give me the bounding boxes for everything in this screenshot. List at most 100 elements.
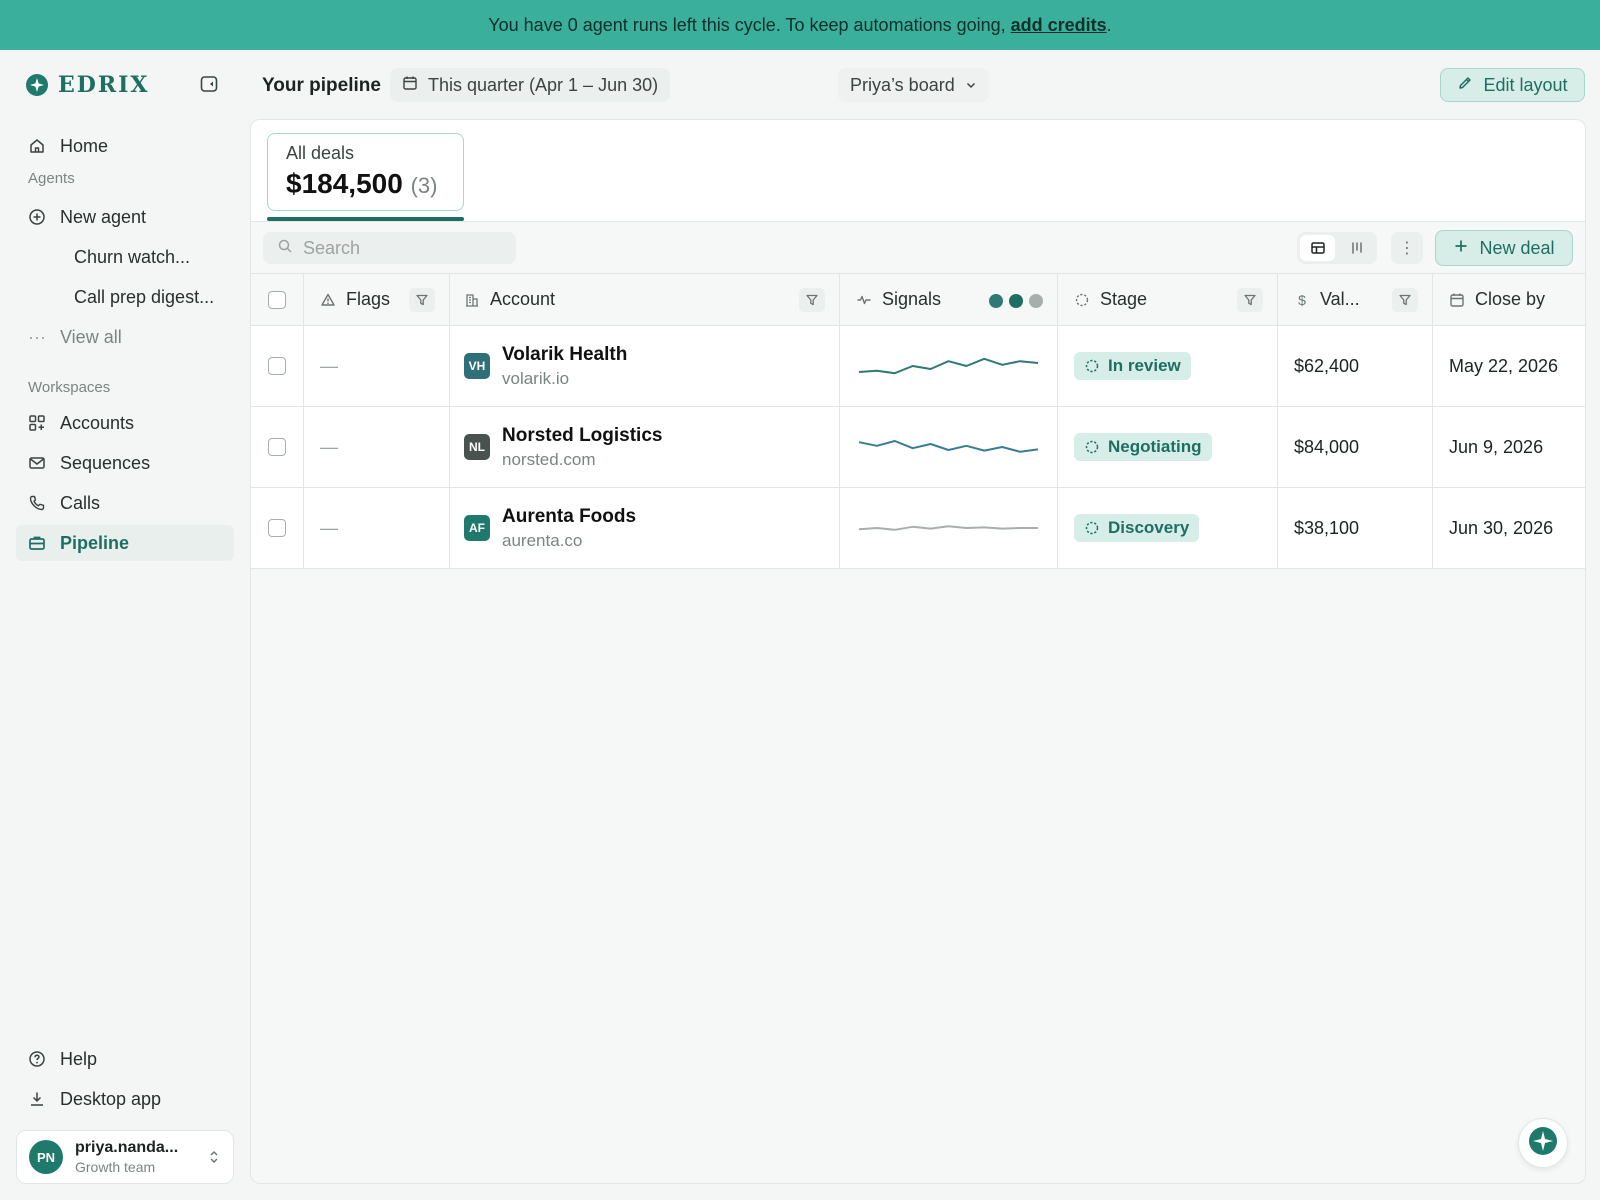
account-cell[interactable]: VH Volarik Health volarik.io bbox=[450, 326, 840, 406]
table-row[interactable]: — NL Norsted Logistics norsted.com Negot… bbox=[251, 407, 1585, 488]
signals-cell bbox=[840, 488, 1058, 568]
avatar: PN bbox=[29, 1140, 63, 1174]
sidebar-item-desktop-app[interactable]: Desktop app bbox=[16, 1081, 234, 1117]
flags-cell: — bbox=[304, 407, 450, 487]
row-checkbox-cell bbox=[251, 407, 304, 487]
agents-section-label: Agents bbox=[28, 170, 75, 187]
account-name[interactable]: Volarik Health bbox=[502, 344, 627, 366]
table-row[interactable]: — VH Volarik Health volarik.io In review… bbox=[251, 326, 1585, 407]
sidebar-item-pipeline[interactable]: Pipeline bbox=[16, 525, 234, 561]
select-all-checkbox[interactable] bbox=[268, 290, 286, 309]
table-view-icon[interactable] bbox=[1300, 235, 1335, 261]
account-cell[interactable]: AF Aurenta Foods aurenta.co bbox=[450, 488, 840, 568]
new-deal-label: New deal bbox=[1479, 237, 1555, 258]
stage-cell: In review bbox=[1058, 326, 1278, 406]
column-header-flags[interactable]: Flags bbox=[304, 274, 450, 325]
building-icon bbox=[464, 292, 480, 308]
filter-icon[interactable] bbox=[1237, 288, 1263, 312]
signal-dot bbox=[1009, 294, 1023, 308]
account-badge: NL bbox=[464, 434, 490, 460]
all-deals-tab[interactable]: All deals $184,500 (3) bbox=[267, 133, 464, 211]
close-date: Jun 30, 2026 bbox=[1449, 517, 1554, 538]
sidebar-item-label: Churn watch... bbox=[74, 246, 191, 267]
sidebar-item-churn-watch[interactable]: Churn watch... bbox=[16, 239, 234, 275]
user-menu[interactable]: PN priya.nanda... Growth team bbox=[16, 1130, 234, 1184]
sidebar-item-help[interactable]: Help bbox=[16, 1041, 234, 1077]
sidebar-item-label: Help bbox=[60, 1048, 98, 1069]
stage-badge[interactable]: Negotiating bbox=[1074, 433, 1212, 461]
filter-icon[interactable] bbox=[1392, 288, 1418, 312]
all-deals-total: $184,500 bbox=[286, 168, 403, 199]
table-row[interactable]: — AF Aurenta Foods aurenta.co Discovery … bbox=[251, 488, 1585, 569]
help-icon bbox=[28, 1050, 46, 1068]
credits-banner: You have 0 agent runs left this cycle. T… bbox=[0, 0, 1600, 50]
value-cell: $62,400 bbox=[1278, 326, 1433, 406]
row-checkbox[interactable] bbox=[268, 438, 286, 456]
deal-value: $38,100 bbox=[1294, 517, 1360, 538]
board-label: Priya’s board bbox=[850, 74, 955, 95]
brand-logo[interactable]: EDRIX bbox=[26, 72, 150, 98]
sidebar-item-home[interactable]: Home bbox=[16, 128, 234, 164]
dollar-icon: $ bbox=[1298, 291, 1306, 308]
column-header-close-by[interactable]: Close by bbox=[1433, 274, 1585, 325]
signal-sparkline bbox=[858, 440, 1039, 453]
sidebar-item-accounts[interactable]: Accounts bbox=[16, 405, 234, 441]
signal-dot bbox=[1029, 294, 1043, 308]
phone-icon bbox=[28, 494, 46, 512]
all-deals-label: All deals bbox=[286, 143, 355, 163]
plus-circle-icon bbox=[28, 208, 46, 226]
board-view-icon[interactable] bbox=[1339, 235, 1374, 261]
board-selector[interactable]: Priya’s board bbox=[838, 68, 989, 102]
column-label: Account bbox=[490, 289, 556, 309]
flags-value: — bbox=[320, 355, 338, 376]
sidebar-item-label: Home bbox=[60, 135, 109, 156]
add-credits-link[interactable]: add credits bbox=[1011, 15, 1107, 36]
warning-icon bbox=[320, 292, 336, 308]
row-checkbox-cell bbox=[251, 326, 304, 406]
account-name[interactable]: Norsted Logistics bbox=[502, 425, 662, 447]
signal-sparkline bbox=[858, 525, 1038, 531]
sidebar-item-call-prep-digest[interactable]: Call prep digest... bbox=[16, 279, 234, 315]
search-box[interactable] bbox=[263, 232, 516, 264]
stage-badge[interactable]: In review bbox=[1074, 352, 1191, 380]
dashed-circle-icon bbox=[1085, 521, 1099, 535]
sidebar-item-new-agent[interactable]: New agent bbox=[16, 199, 234, 235]
stage-badge[interactable]: Discovery bbox=[1074, 514, 1200, 542]
sidebar-item-view-all[interactable]: ··· View all bbox=[16, 319, 234, 355]
sidebar-item-label: Call prep digest... bbox=[74, 286, 215, 307]
account-cell[interactable]: NL Norsted Logistics norsted.com bbox=[450, 407, 840, 487]
calendar-icon bbox=[1449, 292, 1465, 308]
sidebar-item-sequences[interactable]: Sequences bbox=[16, 445, 234, 481]
account-name[interactable]: Aurenta Foods bbox=[502, 506, 636, 528]
sidebar-item-calls[interactable]: Calls bbox=[16, 485, 234, 521]
plus-icon bbox=[1453, 238, 1469, 259]
filter-icon[interactable] bbox=[409, 288, 435, 312]
assistant-button[interactable] bbox=[1518, 1118, 1568, 1168]
column-header-signals[interactable]: Signals bbox=[840, 274, 1058, 325]
account-domain: aurenta.co bbox=[502, 530, 583, 550]
filter-icon[interactable] bbox=[799, 288, 825, 312]
row-checkbox[interactable] bbox=[268, 519, 286, 537]
column-header-account[interactable]: Account bbox=[450, 274, 840, 325]
column-header-stage[interactable]: Stage bbox=[1058, 274, 1278, 325]
home-icon bbox=[28, 137, 46, 155]
date-range-picker[interactable]: This quarter (Apr 1 – Jun 30) bbox=[390, 68, 671, 102]
close-date-cell: Jun 30, 2026 bbox=[1433, 488, 1585, 568]
sidebar-item-label: Pipeline bbox=[60, 532, 130, 553]
banner-text: You have 0 agent runs left this cycle. T… bbox=[488, 14, 1006, 35]
table-toolbar: ⋮ New deal bbox=[251, 222, 1585, 274]
sparkline-path bbox=[858, 525, 1038, 531]
column-header-value[interactable]: $ Val... bbox=[1278, 274, 1433, 325]
column-label: Stage bbox=[1100, 289, 1148, 309]
summary-bar: All deals $184,500 (3) bbox=[251, 120, 1585, 222]
collapse-sidebar-icon[interactable] bbox=[199, 74, 219, 94]
column-label: Signals bbox=[882, 289, 942, 309]
edit-layout-button[interactable]: Edit layout bbox=[1440, 68, 1585, 102]
banner-suffix: . bbox=[1106, 14, 1112, 35]
new-deal-button[interactable]: New deal bbox=[1435, 230, 1573, 266]
row-checkbox[interactable] bbox=[268, 357, 286, 375]
more-options-icon[interactable]: ⋮ bbox=[1391, 232, 1423, 264]
sidebar-item-label: Calls bbox=[60, 492, 101, 513]
search-input[interactable] bbox=[303, 237, 493, 259]
value-cell: $84,000 bbox=[1278, 407, 1433, 487]
